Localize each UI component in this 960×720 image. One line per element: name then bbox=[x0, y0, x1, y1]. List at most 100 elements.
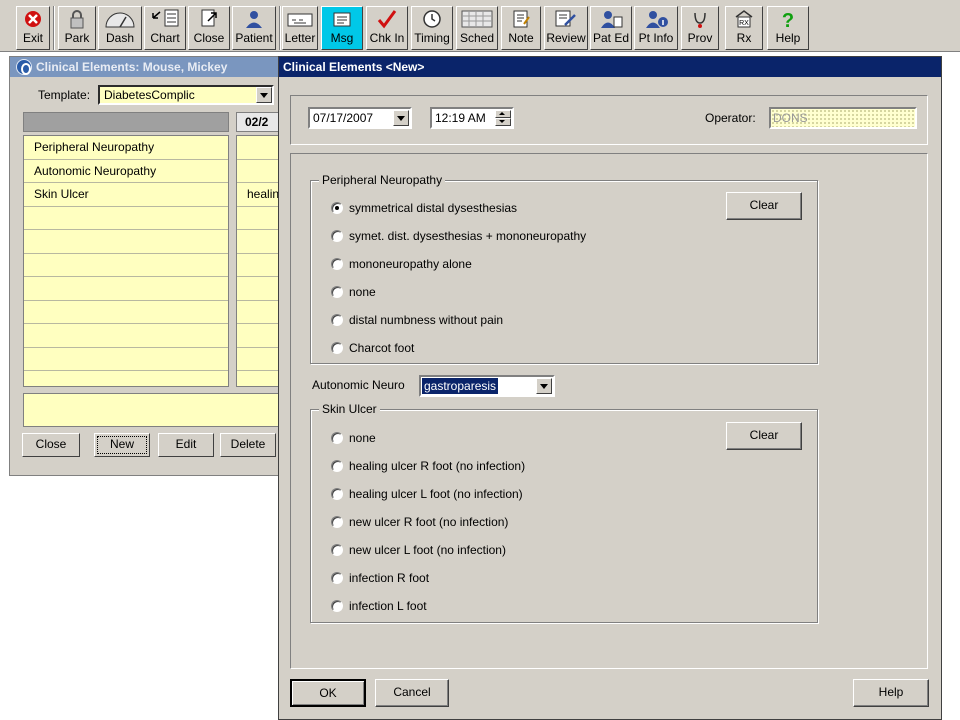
time-picker[interactable]: 12:19 AM bbox=[430, 107, 514, 129]
toolbar-prov-button[interactable]: Prov bbox=[681, 6, 719, 50]
radio-button[interactable] bbox=[331, 258, 343, 270]
toolbar-sched-button[interactable]: Sched bbox=[456, 6, 498, 50]
close-button[interactable]: Close bbox=[22, 433, 80, 457]
radio-button[interactable] bbox=[331, 202, 343, 214]
toolbar-close-button[interactable]: Close bbox=[188, 6, 230, 50]
radio-option[interactable]: healing ulcer R foot (no infection) bbox=[331, 458, 525, 474]
toolbar-help-button[interactable]: ? Help bbox=[767, 6, 809, 50]
ok-button[interactable]: OK bbox=[290, 679, 366, 707]
template-select[interactable]: DiabetesComplic bbox=[98, 85, 274, 105]
delete-button[interactable]: Delete bbox=[220, 433, 276, 457]
radio-button[interactable] bbox=[331, 432, 343, 444]
list-item[interactable]: Skin Ulcer bbox=[24, 183, 228, 207]
radio-button[interactable] bbox=[331, 286, 343, 298]
calendar-dropdown-icon[interactable] bbox=[393, 110, 409, 126]
radio-option[interactable]: Charcot foot bbox=[331, 340, 414, 356]
list-item[interactable] bbox=[24, 254, 228, 277]
toolbar-letter-button[interactable]: Letter bbox=[282, 6, 318, 50]
grid-date-header[interactable]: 02/2 bbox=[236, 112, 282, 132]
list-item[interactable] bbox=[24, 207, 228, 230]
radio-option[interactable]: healing ulcer L foot (no infection) bbox=[331, 486, 523, 502]
help-button[interactable]: Help bbox=[853, 679, 929, 707]
list-item[interactable] bbox=[24, 277, 228, 301]
element-list: Peripheral Neuropathy Autonomic Neuropat… bbox=[23, 135, 229, 387]
list-item[interactable] bbox=[237, 254, 281, 277]
radio-option[interactable]: new ulcer L foot (no infection) bbox=[331, 542, 506, 558]
lock-icon bbox=[70, 10, 84, 29]
peripheral-clear-button[interactable]: Clear bbox=[726, 192, 802, 220]
chevron-down-icon[interactable] bbox=[536, 378, 552, 394]
toolbar-park-button[interactable]: Park bbox=[58, 6, 96, 50]
time-value: 12:19 AM bbox=[435, 111, 486, 125]
radio-button[interactable] bbox=[331, 572, 343, 584]
memo-field[interactable] bbox=[23, 393, 281, 427]
list-item[interactable] bbox=[24, 348, 228, 371]
letter-icon bbox=[287, 13, 313, 27]
list-item[interactable] bbox=[237, 230, 281, 254]
list-item[interactable] bbox=[237, 277, 281, 301]
radio-label: infection L foot bbox=[349, 599, 427, 613]
toolbar-exit-button[interactable]: Exit bbox=[16, 6, 50, 50]
toolbar-timing-button[interactable]: Timing bbox=[411, 6, 453, 50]
app-logo-icon bbox=[16, 59, 32, 75]
toolbar-msg-button[interactable]: Msg bbox=[321, 6, 363, 50]
toolbar-note-button[interactable]: Note bbox=[501, 6, 541, 50]
radio-button[interactable] bbox=[331, 230, 343, 242]
radio-button[interactable] bbox=[331, 516, 343, 528]
toolbar-patient-button[interactable]: Patient bbox=[232, 6, 276, 50]
radio-option[interactable]: none bbox=[331, 430, 376, 446]
list-item[interactable] bbox=[237, 348, 281, 371]
toolbar-review-button[interactable]: Review bbox=[544, 6, 588, 50]
radio-option[interactable]: new ulcer R foot (no infection) bbox=[331, 514, 508, 530]
chevron-down-icon[interactable] bbox=[256, 87, 272, 103]
template-value: DiabetesComplic bbox=[104, 88, 195, 102]
grid-header bbox=[23, 112, 229, 132]
autonomic-neuro-select[interactable]: gastroparesis bbox=[419, 375, 555, 397]
date-value: 07/17/2007 bbox=[313, 111, 374, 125]
radio-button[interactable] bbox=[331, 488, 343, 500]
patient-icon bbox=[246, 11, 262, 28]
toolbar-checkin-button[interactable]: Chk In bbox=[366, 6, 408, 50]
spin-down-icon[interactable] bbox=[495, 118, 511, 126]
list-item[interactable] bbox=[24, 230, 228, 254]
window-title-bar: Clinical Elements: Mouse, Mickey bbox=[10, 57, 280, 77]
autonomic-neuro-value: gastroparesis bbox=[422, 378, 499, 394]
date-picker[interactable]: 07/17/2007 bbox=[308, 107, 412, 129]
cancel-button[interactable]: Cancel bbox=[375, 679, 449, 707]
patient-education-icon bbox=[601, 11, 623, 28]
toolbar-dash-button[interactable]: Dash bbox=[98, 6, 142, 50]
toolbar-ptinfo-button[interactable]: Pt Info bbox=[634, 6, 678, 50]
list-item[interactable]: Autonomic Neuropathy bbox=[24, 160, 228, 183]
list-item[interactable] bbox=[237, 324, 281, 348]
radio-button[interactable] bbox=[331, 544, 343, 556]
skin-ulcer-clear-button[interactable]: Clear bbox=[726, 422, 802, 450]
edit-button[interactable]: Edit bbox=[158, 433, 214, 457]
list-item[interactable] bbox=[237, 207, 281, 230]
spin-up-icon[interactable] bbox=[495, 110, 511, 118]
list-item[interactable]: healin bbox=[237, 183, 281, 207]
radio-option[interactable]: distal numbness without pain bbox=[331, 312, 503, 328]
radio-option[interactable]: infection R foot bbox=[331, 570, 429, 586]
list-item[interactable] bbox=[24, 301, 228, 324]
skin-ulcer-group: Skin Ulcer none healing ulcer R foot (no… bbox=[310, 402, 818, 623]
radio-button[interactable] bbox=[331, 314, 343, 326]
radio-option[interactable]: infection L foot bbox=[331, 598, 427, 614]
toolbar-label: Park bbox=[64, 31, 90, 45]
list-item[interactable] bbox=[237, 160, 281, 183]
new-button[interactable]: New bbox=[94, 433, 150, 457]
toolbar-chart-button[interactable]: Chart bbox=[144, 6, 186, 50]
radio-button[interactable] bbox=[331, 342, 343, 354]
list-item[interactable] bbox=[24, 324, 228, 348]
toolbar-pated-button[interactable]: Pat Ed bbox=[590, 6, 632, 50]
list-item[interactable] bbox=[237, 301, 281, 324]
toolbar-rx-button[interactable]: RX Rx bbox=[725, 6, 763, 50]
time-spinner[interactable] bbox=[495, 110, 511, 126]
radio-button[interactable] bbox=[331, 460, 343, 472]
list-item[interactable]: Peripheral Neuropathy bbox=[24, 136, 228, 160]
radio-option[interactable]: none bbox=[331, 284, 376, 300]
radio-option[interactable]: mononeuropathy alone bbox=[331, 256, 472, 272]
radio-button[interactable] bbox=[331, 600, 343, 612]
radio-option[interactable]: symmetrical distal dysesthesias bbox=[331, 200, 517, 216]
radio-option[interactable]: symet. dist. dysesthesias + mononeuropat… bbox=[331, 228, 586, 244]
list-item[interactable] bbox=[237, 136, 281, 160]
